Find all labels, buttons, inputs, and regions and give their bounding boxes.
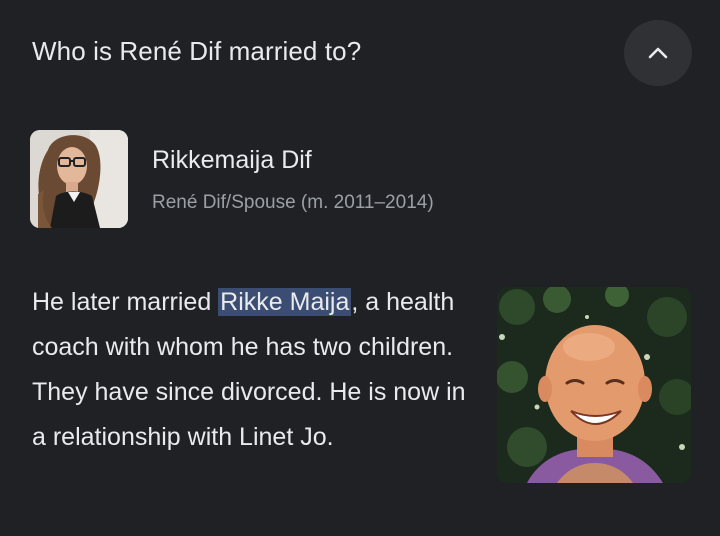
- snippet-image[interactable]: [497, 287, 691, 483]
- entity-card[interactable]: Rikkemaija Dif René Dif/Spouse (m. 2011–…: [30, 130, 690, 230]
- entity-name[interactable]: Rikkemaija Dif: [152, 146, 312, 175]
- question-text[interactable]: Who is René Dif married to?: [32, 36, 361, 67]
- snippet-highlight: Rikke Maija: [218, 288, 352, 316]
- collapse-button[interactable]: [624, 20, 692, 86]
- chevron-up-icon: [647, 46, 669, 60]
- question-header[interactable]: Who is René Dif married to?: [0, 0, 720, 108]
- answer-snippet: He later married Rikke Maija, a health c…: [32, 280, 478, 460]
- entity-thumbnail[interactable]: [30, 130, 128, 228]
- entity-subtitle: René Dif/Spouse (m. 2011–2014): [152, 192, 434, 213]
- snippet-text-before: He later married: [32, 288, 219, 316]
